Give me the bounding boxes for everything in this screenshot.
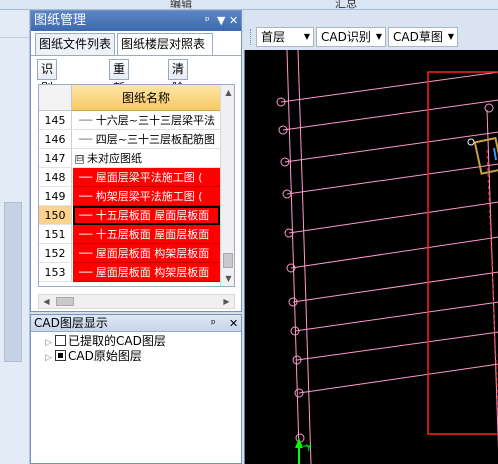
drawing-panel-title: 图纸管理 (34, 13, 87, 28)
row-drawing-name: ── 四层~三十三层板配筋图 (73, 130, 220, 149)
table-row[interactable]: 153 ── 屋面层板面 构架层板面 (39, 263, 220, 282)
table-row-group[interactable]: 147 ⊟ 未对应图纸 (39, 149, 220, 168)
svg-text:Y: Y (305, 444, 312, 454)
table-row[interactable]: 145 ── 十六层~三十三层梁平法 (39, 111, 220, 130)
collapse-icon[interactable]: ⊟ (75, 154, 84, 164)
recognize-floor-table-button[interactable]: 识别楼层表 (37, 59, 58, 152)
row-drawing-name: ── 屋面层梁平法施工图 ( (73, 168, 220, 187)
layer-item-extracted[interactable]: ▷ 已提取的CAD图层 (45, 333, 166, 349)
cad-viewport[interactable]: Y (244, 50, 498, 464)
drawing-management-panel: 图纸管理 ᵖ ▼ ✕ 图纸文件列表 图纸楼层对照表 识别楼层表 重新对应 清除对… (30, 10, 242, 312)
checkbox-original-layers[interactable] (55, 350, 66, 361)
close-icon[interactable]: ✕ (229, 11, 238, 31)
row-drawing-name: ── 十五层板面 屋面层板面 (73, 225, 220, 244)
floor-mapping-table: 图纸名称 145 ── 十六层~三十三层梁平法 146 ── 四层~三十三层板配… (38, 84, 235, 287)
table-row-selected[interactable]: 150 ── 十五层板面 屋面层板面 (39, 206, 220, 225)
row-number: 147 (39, 149, 72, 168)
floor-select[interactable]: 首层 ▼ (256, 27, 314, 47)
pin-icon[interactable]: ᵖ (205, 11, 210, 31)
scroll-left-icon[interactable]: ◀ (39, 295, 54, 308)
dropdown-icon[interactable]: ▼ (217, 11, 225, 31)
row-drawing-name: ── 十五层板面 屋面层板面 (73, 206, 220, 225)
row-number: 150 (39, 206, 72, 225)
table-row[interactable]: 148 ── 屋面层梁平法施工图 ( (39, 168, 220, 187)
chevron-down-icon: ▼ (375, 32, 382, 41)
row-drawing-name: ── 十六层~三十三层梁平法 (73, 111, 220, 130)
layer-panel-title: CAD图层显示 (34, 316, 108, 330)
row-number: 153 (39, 263, 72, 282)
table-row[interactable]: 149 ── 构架层梁平法施工图 ( (39, 187, 220, 206)
layer-item-original[interactable]: ▷ CAD原始图层 (45, 348, 142, 364)
checkbox-extracted-layers[interactable] (55, 335, 66, 346)
table-row[interactable]: 151 ── 十五层板面 屋面层板面 (39, 225, 220, 244)
scroll-up-icon[interactable]: ▲ (221, 85, 234, 100)
table-vertical-scrollbar[interactable]: ▲ ▼ (220, 85, 234, 286)
close-icon[interactable]: ✕ (229, 315, 238, 332)
cad-toolbar: 首层 ▼ CAD识别 ▼ CAD草图 ▼ (244, 10, 498, 50)
row-number: 152 (39, 244, 72, 263)
scroll-thumb[interactable] (223, 253, 233, 268)
table-horizontal-scrollbar[interactable]: ◀ ▶ (38, 294, 235, 309)
top-tab-strip: 编辑 汇总 (0, 0, 498, 10)
chevron-down-icon: ▼ (303, 32, 310, 41)
row-group-name: ⊟ 未对应图纸 (73, 149, 220, 168)
pin-icon[interactable]: ᵖ (211, 315, 216, 332)
remap-button[interactable]: 重新对应 (109, 59, 130, 133)
expand-icon[interactable]: ▷ (45, 350, 55, 366)
cad-sketch-select[interactable]: CAD草图 ▼ (388, 27, 458, 47)
layer-panel-title-bar: CAD图层显示 ᵖ ✕ (31, 315, 241, 332)
toolbar-grip[interactable] (250, 29, 252, 45)
cad-recognize-select[interactable]: CAD识别 ▼ (316, 27, 386, 47)
table-header-drawing-name[interactable]: 图纸名称 (72, 85, 220, 111)
tab-divider (31, 55, 241, 56)
hscroll-thumb[interactable] (56, 297, 74, 306)
chevron-down-icon: ▼ (447, 32, 454, 41)
cad-layer-panel: CAD图层显示 ᵖ ✕ ▷ 已提取的CAD图层 ▷ CAD原始图层 (30, 314, 242, 464)
scroll-right-icon[interactable]: ▶ (219, 295, 234, 308)
drawing-panel-title-bar: 图纸管理 ᵖ ▼ ✕ (31, 11, 241, 31)
table-header-index (39, 85, 72, 111)
gutter-header (0, 10, 29, 38)
table-row[interactable]: 152 ── 屋面层板面 构架层板面 (39, 244, 220, 263)
tab-drawing-file-list[interactable]: 图纸文件列表 (35, 33, 115, 55)
left-gutter (0, 10, 30, 464)
row-number: 149 (39, 187, 72, 206)
row-number: 151 (39, 225, 72, 244)
row-drawing-name: ── 屋面层板面 构架层板面 (73, 263, 220, 282)
row-drawing-name: ── 屋面层板面 构架层板面 (73, 244, 220, 263)
clear-mapping-button[interactable]: 清除对应 (168, 59, 189, 133)
row-drawing-name: ── 构架层梁平法施工图 ( (73, 187, 220, 206)
tab-floor-mapping-table[interactable]: 图纸楼层对照表 (117, 33, 213, 56)
row-number: 146 (39, 130, 72, 149)
row-number: 148 (39, 168, 72, 187)
gutter-scroll-handle[interactable] (4, 202, 22, 362)
table-row[interactable]: 146 ── 四层~三十三层板配筋图 (39, 130, 220, 149)
cad-drawing: Y (276, 50, 498, 464)
scroll-down-icon[interactable]: ▼ (221, 271, 234, 286)
row-number: 145 (39, 111, 72, 130)
